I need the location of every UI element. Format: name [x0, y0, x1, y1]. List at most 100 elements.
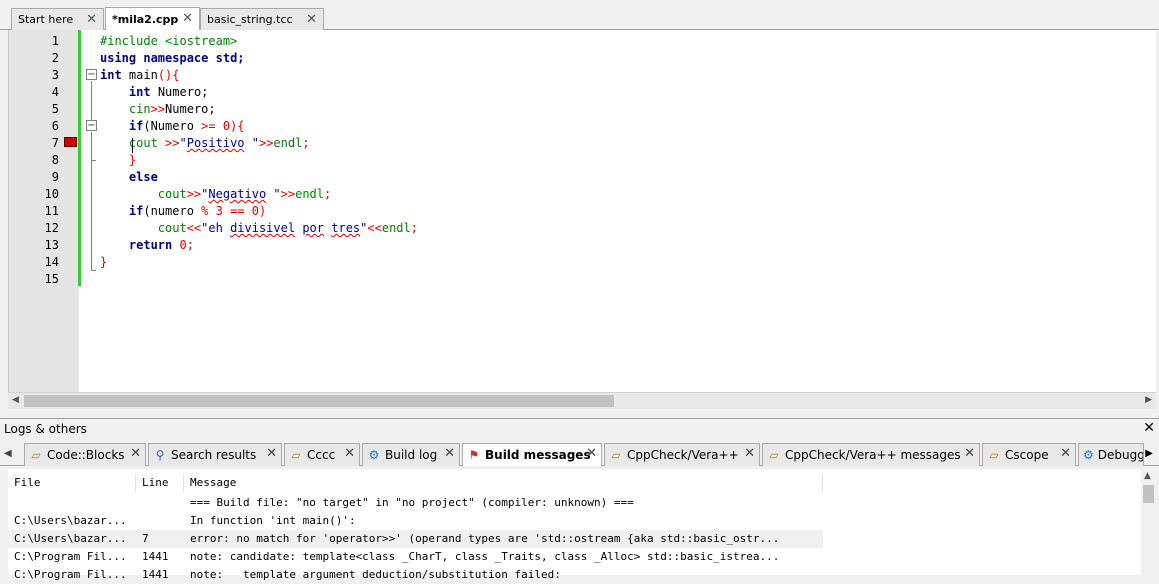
- line-number: 12: [44, 221, 59, 235]
- scrollbar-thumb[interactable]: [24, 395, 614, 407]
- scroll-right-icon[interactable]: ▶: [1145, 395, 1152, 405]
- code-token: }: [128, 153, 137, 167]
- code-token: ;: [324, 187, 332, 201]
- tab-build-messages[interactable]: ⚑ Build messages ✕: [462, 443, 602, 466]
- scroll-left-icon[interactable]: ◀: [12, 395, 19, 405]
- close-icon[interactable]: ✕: [1143, 420, 1155, 436]
- code-token: Numero;: [157, 85, 209, 99]
- tab-label: Debugge: [1097, 448, 1143, 462]
- tab-cscope[interactable]: ▱ Cscope ✕: [982, 443, 1076, 466]
- vertical-scrollbar[interactable]: ▲: [1141, 469, 1156, 575]
- tab-debugger[interactable]: ⚙ Debugge: [1078, 443, 1144, 466]
- fold-line: [91, 81, 92, 120]
- code-editor[interactable]: 1 2 3 4 5 6 7 8 9 10 11 12 13 14 15 − − …: [8, 30, 1156, 392]
- code-token: (numero: [143, 204, 202, 218]
- code-token: >>: [150, 102, 166, 116]
- tab-basic-string-tcc[interactable]: basic_string.tcc ✕: [200, 8, 324, 30]
- code-token: int: [100, 68, 122, 82]
- tab-label: Search results: [171, 448, 257, 462]
- tab-cppcheck-vera[interactable]: ▱ CppCheck/Vera++ ✕: [604, 443, 760, 466]
- code-token: (){: [157, 68, 180, 82]
- tab-search-results[interactable]: ⚲ Search results ✕: [148, 443, 282, 466]
- tab-label: Start here: [18, 13, 74, 26]
- tab-code-blocks[interactable]: ▱ Code::Blocks ✕: [24, 443, 146, 466]
- table-row[interactable]: C:\Users\bazar... 7 error: no match for …: [8, 530, 823, 548]
- code-line-2: using namespace std;: [100, 50, 245, 67]
- table-row[interactable]: C:\Program Fil... 1441 note: template ar…: [8, 566, 823, 584]
- line-number: 13: [44, 238, 59, 252]
- line-number: 3: [51, 68, 59, 82]
- document-icon: ▱: [989, 448, 999, 462]
- editor-tab-bar: Start here ✕ *mila2.cpp ✕ basic_string.t…: [0, 0, 1159, 30]
- code-token: (Numero: [143, 119, 202, 133]
- line-number: 7: [51, 136, 59, 150]
- fold-margin: [81, 30, 99, 392]
- code-token: namespace: [143, 51, 209, 65]
- line-number: 9: [51, 170, 59, 184]
- line-number: 10: [44, 187, 59, 201]
- code-token: if: [128, 204, 144, 218]
- error-marker-icon[interactable]: [64, 137, 77, 147]
- gear-icon: ⚙: [1083, 448, 1094, 462]
- column-header-file[interactable]: File: [8, 474, 136, 492]
- code-token: por: [302, 221, 325, 235]
- tab-mila2-cpp[interactable]: *mila2.cpp ✕: [105, 7, 200, 30]
- tab-start-here[interactable]: Start here ✕: [11, 8, 104, 30]
- close-icon[interactable]: ✕: [344, 446, 355, 461]
- close-icon[interactable]: ✕: [182, 11, 193, 26]
- table-row[interactable]: === Build file: "no target" in "no proje…: [8, 494, 823, 512]
- document-icon: ▱: [769, 448, 779, 462]
- cell-message: === Build file: "no target" in "no proje…: [190, 496, 634, 509]
- close-icon[interactable]: ✕: [86, 12, 97, 27]
- scrollbar-thumb[interactable]: [1143, 485, 1154, 503]
- magnifier-icon: ⚲: [155, 448, 165, 462]
- table-row[interactable]: C:\Program Fil... 1441 note: candidate: …: [8, 548, 823, 566]
- tab-build-log[interactable]: ⚙ Build log ✕: [362, 443, 460, 466]
- document-icon: ▱: [291, 448, 301, 462]
- code-token: return: [128, 238, 173, 252]
- code-token: main: [128, 68, 158, 82]
- column-header-message[interactable]: Message: [184, 474, 823, 492]
- code-token: ": [266, 187, 281, 201]
- code-line-3: int main(){: [100, 67, 180, 84]
- cell-message: error: no match for 'operator>>' (operan…: [190, 532, 780, 545]
- code-token: ): [259, 204, 267, 218]
- code-token: ){: [230, 119, 245, 133]
- code-token: %: [201, 204, 209, 218]
- close-icon[interactable]: ✕: [744, 446, 755, 461]
- horizontal-scrollbar[interactable]: ◀ ▶: [8, 392, 1156, 409]
- scroll-tabs-right-icon[interactable]: ▶: [1145, 448, 1153, 459]
- close-icon[interactable]: ✕: [444, 446, 455, 461]
- scroll-tabs-left-icon[interactable]: ◀: [4, 448, 12, 459]
- document-icon: ▱: [31, 448, 41, 462]
- pin-icon: ⚑: [468, 448, 480, 462]
- column-header-line[interactable]: Line: [136, 474, 184, 492]
- line-number: 6: [51, 119, 59, 133]
- line-number: 1: [51, 34, 59, 48]
- fold-collapse-icon[interactable]: −: [86, 69, 97, 80]
- cell-file: C:\Program Fil...: [14, 550, 127, 563]
- tab-label: Cccc: [307, 448, 336, 462]
- code-token: 0: [179, 238, 187, 252]
- close-icon[interactable]: ✕: [964, 446, 975, 461]
- code-line-12: cout<<"eh divisivel por tres"<<endl;: [100, 220, 418, 237]
- tab-label: Cscope: [1005, 448, 1049, 462]
- close-icon[interactable]: ✕: [1060, 446, 1071, 461]
- code-token: >>: [280, 187, 296, 201]
- tab-cccc[interactable]: ▱ Cccc ✕: [284, 443, 360, 466]
- code-token: >=: [201, 119, 216, 133]
- tab-cppcheck-vera-messages[interactable]: ▱ CppCheck/Vera++ messages ✕: [762, 443, 980, 466]
- fold-collapse-icon[interactable]: −: [86, 120, 97, 131]
- logs-tab-bar: ◀ ▱ Code::Blocks ✕ ⚲ Search results ✕ ▱ …: [0, 441, 1159, 466]
- code-token: <<: [367, 221, 382, 235]
- build-messages-list[interactable]: File Line Message === Build file: "no ta…: [8, 469, 1141, 581]
- code-token: >>: [186, 187, 202, 201]
- code-token: >>: [258, 136, 274, 150]
- close-icon[interactable]: ✕: [586, 446, 597, 461]
- scroll-up-icon[interactable]: ▲: [1144, 471, 1151, 481]
- close-icon[interactable]: ✕: [306, 12, 317, 27]
- table-row[interactable]: C:\Users\bazar... In function 'int main(…: [8, 512, 823, 530]
- close-icon[interactable]: ✕: [130, 446, 141, 461]
- close-icon[interactable]: ✕: [266, 446, 277, 461]
- code-token: 0: [251, 204, 260, 218]
